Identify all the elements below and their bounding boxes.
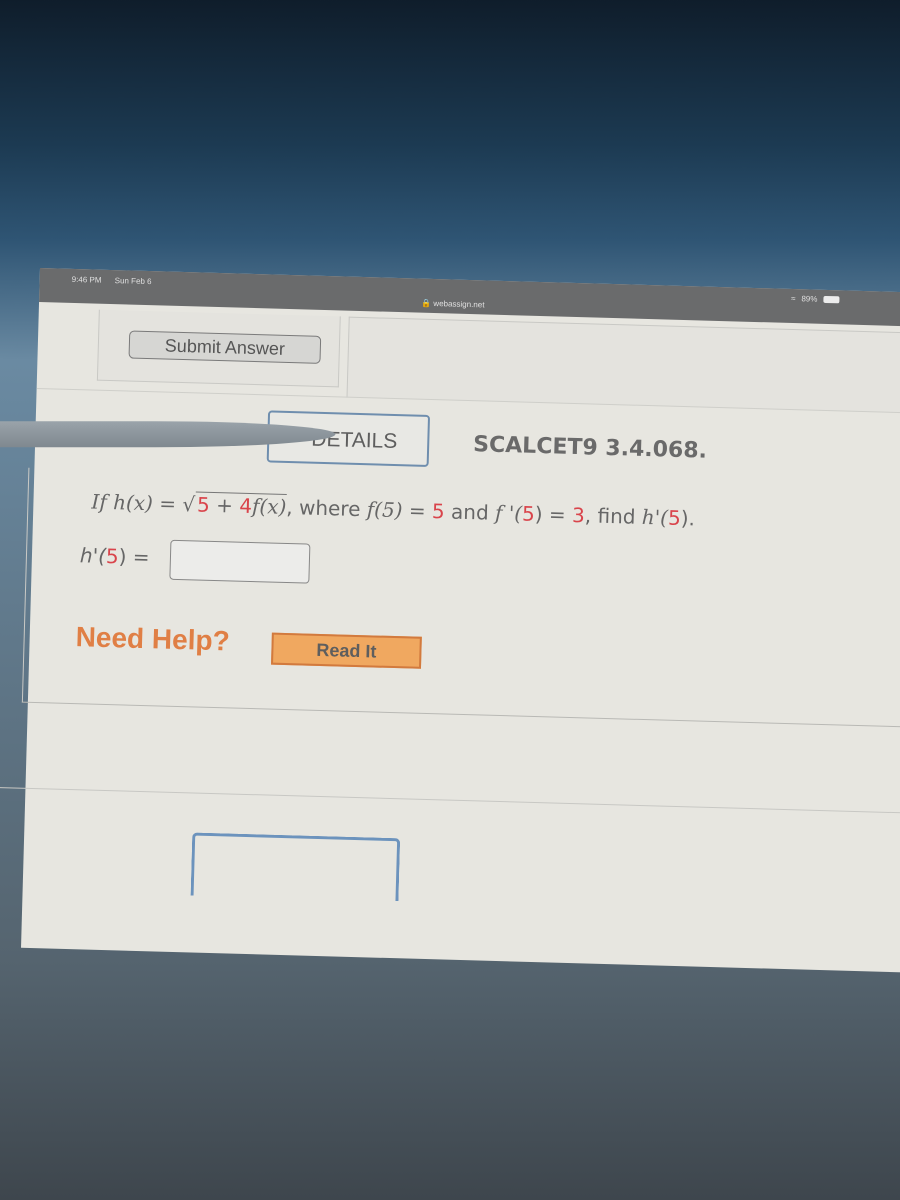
wifi-icon: ≈	[790, 293, 796, 304]
answer-input[interactable]	[169, 539, 311, 584]
h-definition: h(x) =	[112, 490, 177, 516]
lock-icon: 🔒	[421, 298, 432, 308]
value: 5	[521, 501, 536, 526]
text: , find	[584, 503, 636, 529]
battery-percent: 89%	[801, 294, 818, 304]
value: 4	[238, 493, 253, 519]
answer-label: h'(5) =	[80, 543, 150, 569]
question-prefix: If	[91, 489, 108, 514]
function: f(5)	[366, 497, 403, 523]
text: , where	[286, 494, 361, 522]
operator: =	[402, 498, 433, 524]
status-time: 9:46 PM	[71, 274, 102, 285]
status-indicators: ≈ 89%	[791, 294, 840, 304]
text: h'(	[79, 543, 107, 568]
value: 5	[196, 492, 211, 517]
operator: +	[209, 492, 240, 518]
value: 3	[571, 502, 586, 528]
address-bar[interactable]: 🔒 webassign.net	[421, 299, 485, 310]
need-help-label: Need Help?	[75, 621, 231, 657]
sqrt-expression: 5 + 4f(x)	[194, 491, 287, 519]
read-it-button[interactable]: Read It	[271, 632, 422, 669]
problem-id: SCALCET9 3.4.068.	[472, 432, 708, 464]
value: 5	[431, 499, 446, 524]
function: f(x)	[251, 494, 287, 519]
text: ) =	[118, 544, 150, 570]
function: h'(	[635, 504, 669, 530]
battery-icon	[823, 295, 840, 304]
tablet-screen: 9:46 PM Sun Feb 6 🔒 webassign.net ≈ 89% …	[0, 268, 900, 973]
operator: =	[542, 502, 573, 527]
function: f '(	[494, 500, 523, 526]
status-date: Sun Feb 6	[114, 276, 152, 287]
text: ).	[680, 505, 696, 531]
submit-answer-button[interactable]: Submit Answer	[128, 330, 322, 364]
submit-panel: Submit Answer	[96, 309, 341, 388]
value: 5	[105, 543, 120, 569]
url-text: webassign.net	[433, 298, 485, 310]
value: 5	[667, 505, 682, 530]
divider	[0, 786, 900, 815]
next-question-button[interactable]	[190, 832, 401, 902]
text: and	[444, 499, 496, 525]
